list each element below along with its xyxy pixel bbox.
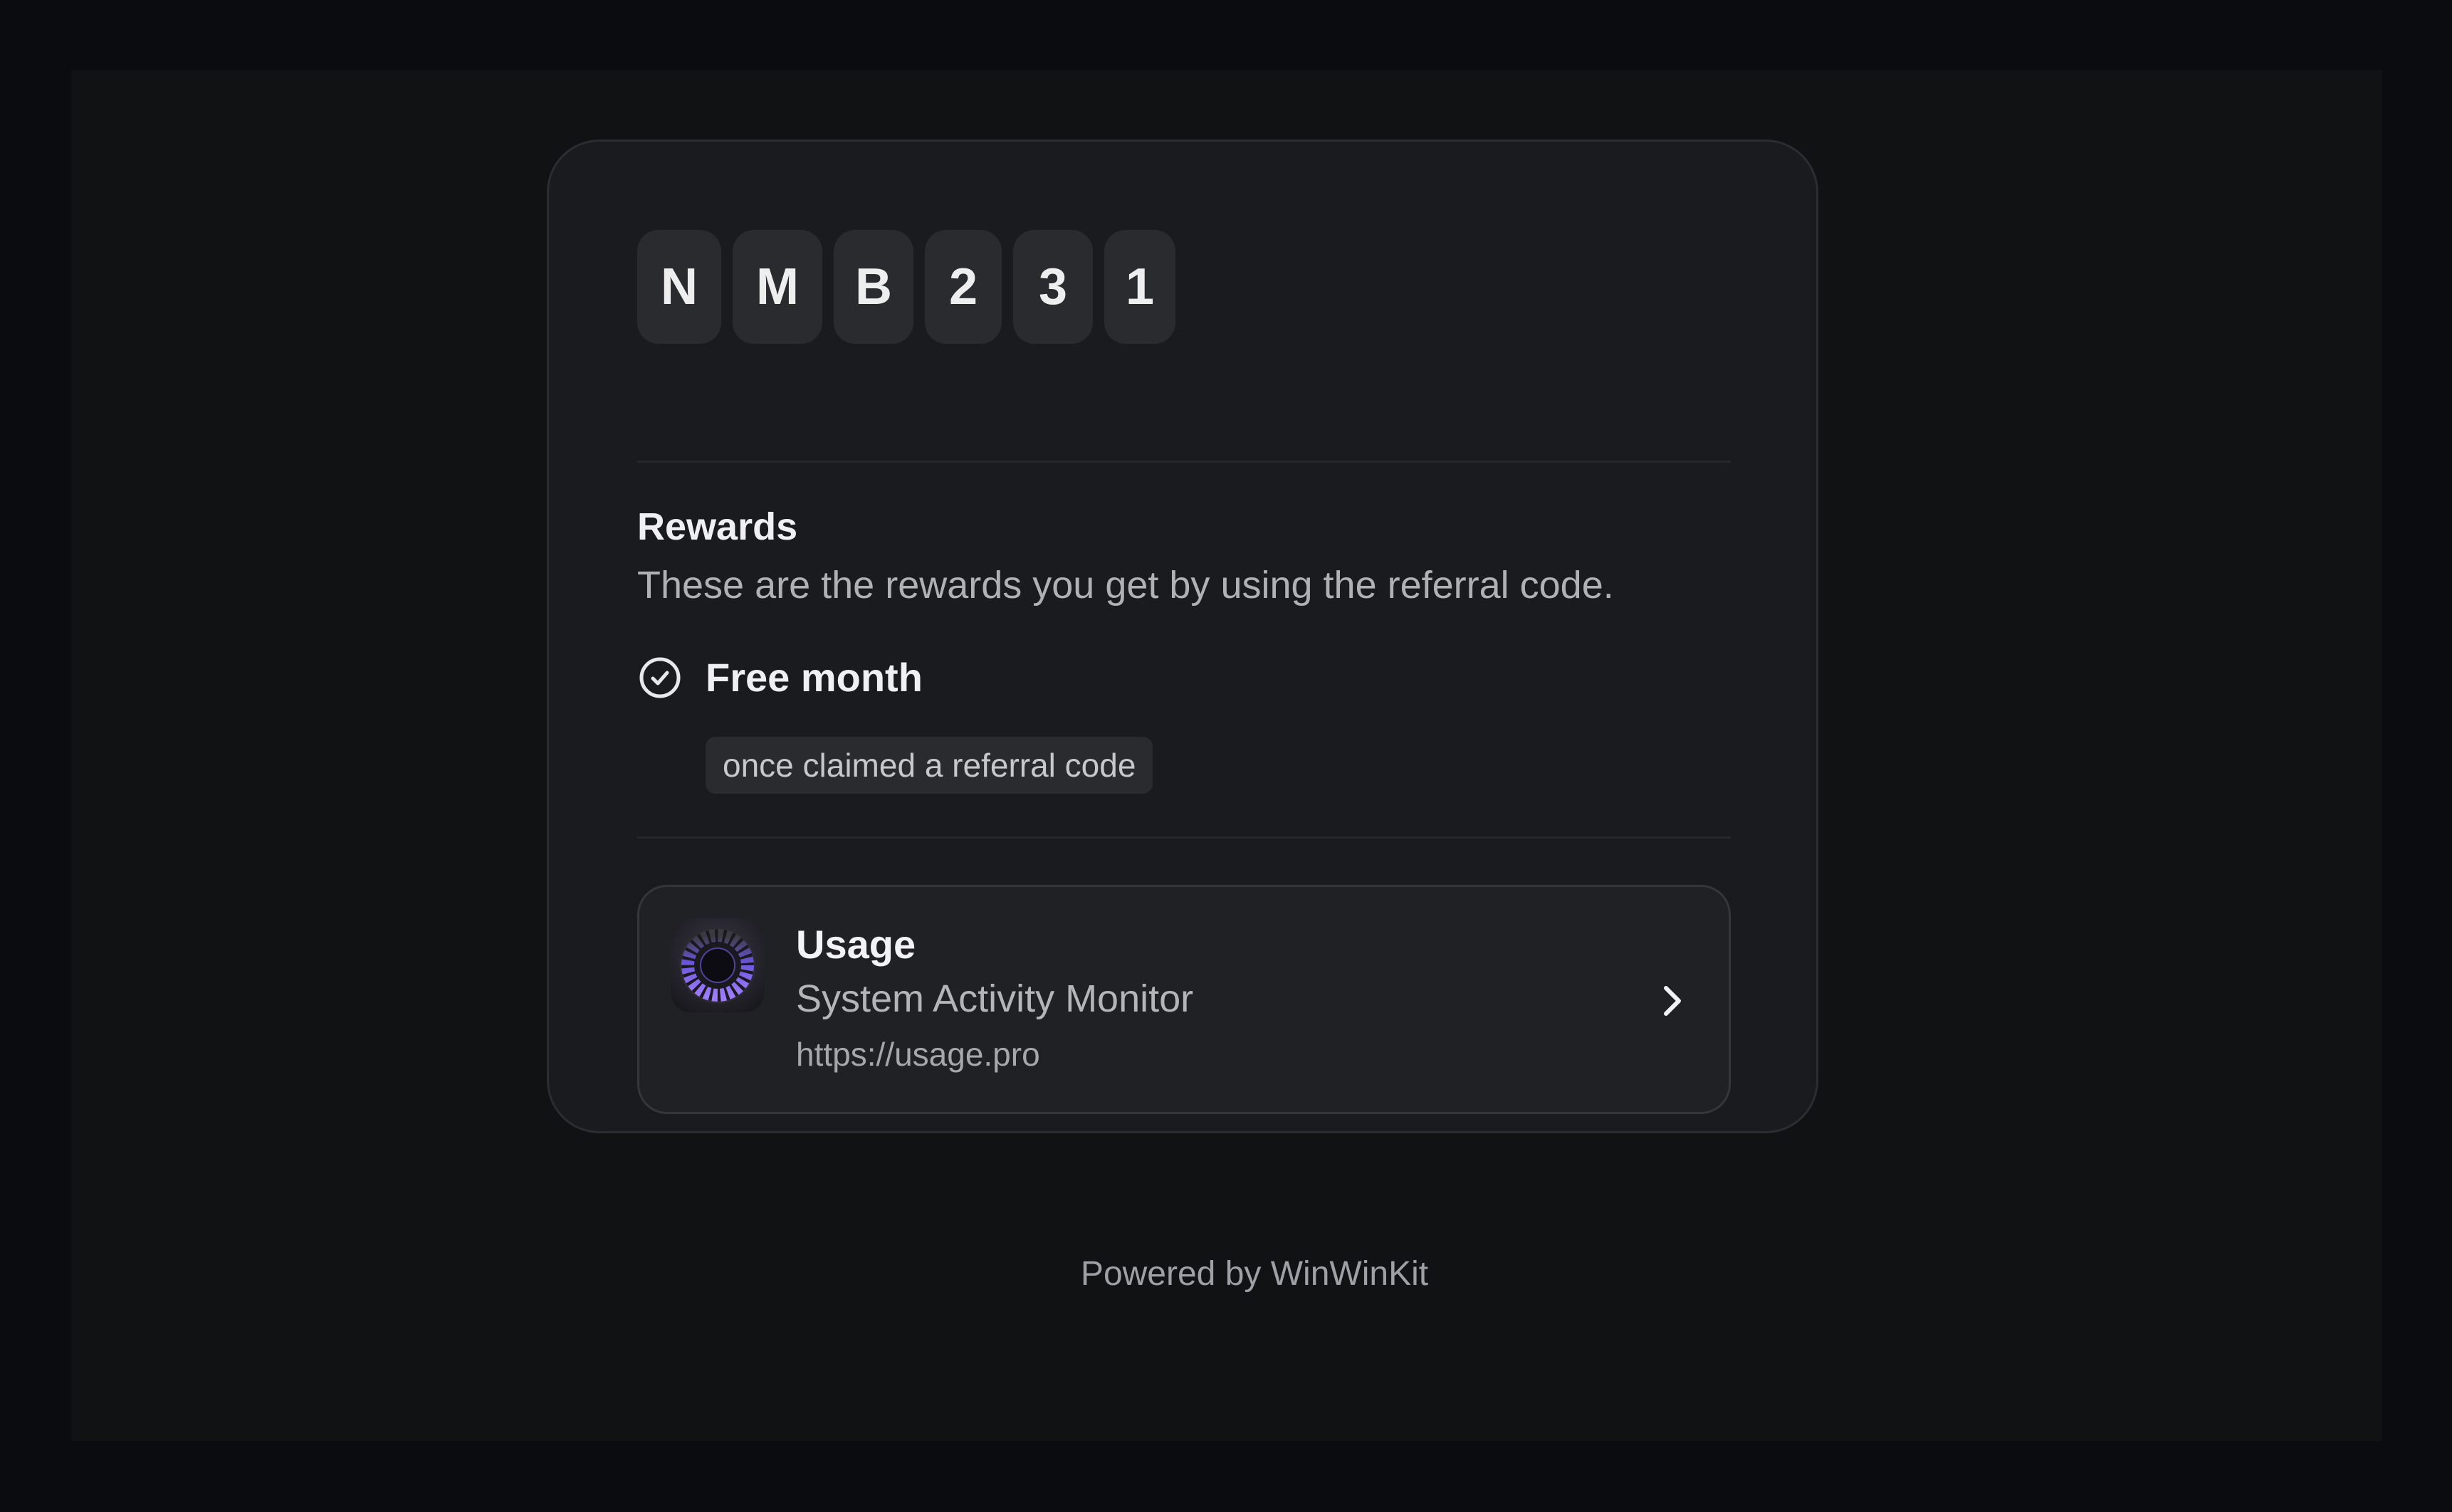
code-character: M xyxy=(733,230,822,344)
check-circle-icon xyxy=(639,657,681,698)
referral-card: N M B 2 3 1 Rewards These are the reward… xyxy=(547,140,1818,1133)
rewards-description: These are the rewards you get by using t… xyxy=(637,564,1614,607)
app-name: Usage xyxy=(796,922,916,967)
app-url[interactable]: https://usage.pro xyxy=(796,1035,1040,1073)
referral-code: N M B 2 3 1 xyxy=(637,230,1187,344)
footer-powered-by[interactable]: Powered by WinWinKit xyxy=(142,1254,2367,1293)
reward-item-free-month: Free month xyxy=(637,654,923,700)
divider xyxy=(637,461,1731,463)
reward-name: Free month xyxy=(706,655,923,700)
app-link-card[interactable]: Usage System Activity Monitor https://us… xyxy=(637,885,1731,1114)
code-character: B xyxy=(834,230,913,344)
code-character: 2 xyxy=(925,230,1002,344)
reward-condition-badge: once claimed a referral code xyxy=(706,737,1153,794)
code-character: N xyxy=(637,230,721,344)
code-character: 1 xyxy=(1104,230,1175,344)
code-character: 3 xyxy=(1013,230,1093,344)
usage-app-icon xyxy=(671,918,765,1012)
app-window: N M B 2 3 1 Rewards These are the reward… xyxy=(71,70,2382,1441)
chevron-right-icon[interactable] xyxy=(1650,980,1693,1022)
app-subtitle: System Activity Monitor xyxy=(796,977,1194,1020)
divider xyxy=(637,836,1731,839)
rewards-title: Rewards xyxy=(637,505,798,548)
